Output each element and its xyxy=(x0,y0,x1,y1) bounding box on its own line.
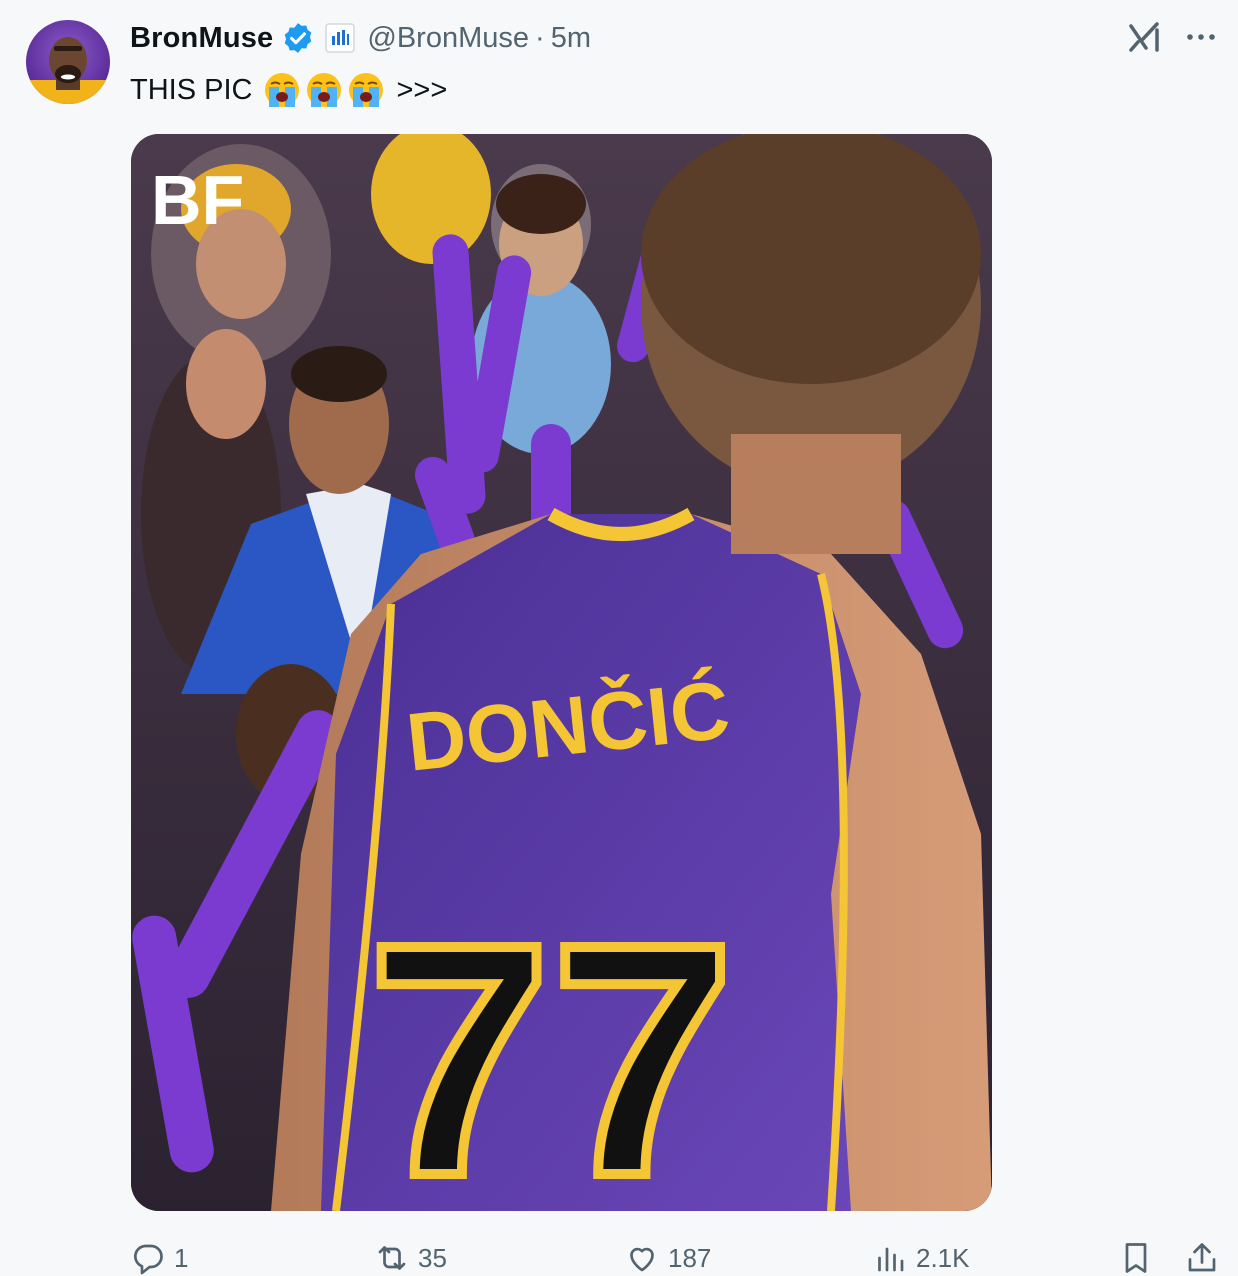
reply-count: 1 xyxy=(174,1242,189,1273)
tweet-text-suffix: >>> xyxy=(396,73,448,106)
repost-icon xyxy=(378,1246,406,1270)
reply-button[interactable]: 1 xyxy=(130,1240,188,1276)
loudly-crying-face-icon xyxy=(349,73,384,107)
avatar[interactable] xyxy=(26,20,110,104)
watermark-logo: BF xyxy=(151,161,244,239)
views-icon xyxy=(878,1247,904,1272)
share-button[interactable] xyxy=(1184,1240,1220,1276)
reply-icon xyxy=(133,1244,163,1275)
share-icon xyxy=(1188,1243,1216,1272)
emoji-row xyxy=(262,70,386,110)
repost-count: 35 xyxy=(418,1242,447,1273)
bookmark-button[interactable] xyxy=(1118,1240,1154,1276)
display-name[interactable]: BronMuse xyxy=(130,22,273,55)
handle[interactable]: @BronMuse xyxy=(367,22,529,55)
timestamp[interactable]: 5m xyxy=(551,22,591,55)
tweet: BronMuse @BronMuse · 5m THIS PIC >>> BF … xyxy=(0,0,1238,1275)
action-bar: 1 35 187 2.1K xyxy=(0,1236,1238,1275)
views-button[interactable]: 2.1K xyxy=(872,1240,970,1276)
bookmark-icon xyxy=(1125,1243,1147,1273)
more-icon[interactable] xyxy=(1184,22,1218,52)
repost-button[interactable]: 35 xyxy=(374,1240,447,1276)
separator-dot: · xyxy=(535,21,545,54)
views-count: 2.1K xyxy=(916,1242,970,1273)
like-icon xyxy=(630,1247,654,1272)
loudly-crying-face-icon xyxy=(307,73,342,107)
grok-icon[interactable] xyxy=(1126,18,1164,56)
like-count: 187 xyxy=(668,1242,712,1273)
tweet-image[interactable]: BF DONČIĆ 77 xyxy=(131,134,992,1211)
tweet-text-main: THIS PIC xyxy=(130,73,253,106)
loudly-crying-face-icon xyxy=(265,73,300,107)
affiliate-badge-icon[interactable] xyxy=(325,23,356,53)
tweet-header: BronMuse @BronMuse · 5m xyxy=(130,18,591,58)
tweet-text: THIS PIC >>> xyxy=(130,70,447,110)
like-button[interactable]: 187 xyxy=(624,1240,711,1276)
verified-badge-icon[interactable] xyxy=(281,21,315,55)
jersey-number: 77 xyxy=(367,875,734,1211)
